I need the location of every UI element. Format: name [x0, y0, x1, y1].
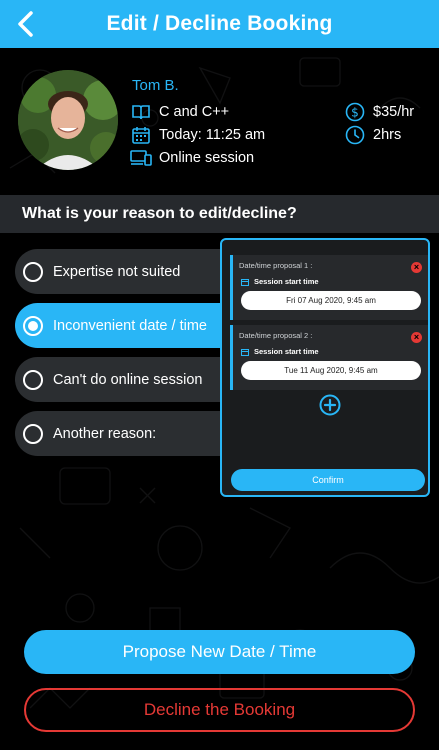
app-header: Edit / Decline Booking [0, 0, 439, 48]
subject-row: C and C++ [130, 101, 229, 123]
proposal-card-2: Date/time proposal 2 : × Session start t… [230, 325, 428, 390]
confirm-button[interactable]: Confirm [231, 469, 425, 491]
back-button[interactable] [10, 8, 40, 40]
option-another-reason[interactable]: Another reason: [15, 411, 255, 456]
date-proposal-panel: Date/time proposal 1 : × Session start t… [220, 238, 430, 497]
option-label: Can't do online session [53, 371, 203, 388]
session-time-text: Today: 11:25 am [159, 127, 266, 143]
option-label: Expertise not suited [53, 263, 181, 280]
decline-booking-button[interactable]: Decline the Booking [24, 688, 415, 732]
proposal-title: Date/time proposal 1 : [239, 261, 313, 270]
add-circle-icon[interactable] [319, 394, 341, 416]
option-label: Inconvenient date / time [53, 317, 207, 334]
time-row: Today: 11:25 am [130, 124, 265, 146]
propose-new-date-button[interactable]: Propose New Date / Time [24, 630, 415, 674]
calendar-icon [130, 124, 152, 146]
svg-text:$: $ [351, 106, 359, 120]
radio-button[interactable] [23, 423, 43, 444]
rate-row: $ $35/hr [344, 101, 414, 123]
proposal-date-field[interactable]: Tue 11 Aug 2020, 9:45 am [241, 361, 421, 380]
reason-question-bar: What is your reason to edit/decline? [0, 195, 439, 233]
reason-question: What is your reason to edit/decline? [22, 205, 297, 222]
page-title: Edit / Decline Booking [106, 12, 333, 35]
clock-icon [344, 124, 366, 146]
session-start-label: Session start time [254, 277, 319, 286]
radio-button-selected[interactable] [23, 315, 43, 336]
option-label: Another reason: [53, 425, 157, 442]
dollar-icon: $ [344, 101, 366, 123]
devices-icon [130, 147, 152, 169]
book-icon [130, 101, 152, 123]
calendar-icon [241, 348, 249, 356]
proposal-date-field[interactable]: Fri 07 Aug 2020, 9:45 am [241, 291, 421, 310]
option-inconvenient-date-time[interactable]: Inconvenient date / time [15, 303, 255, 348]
proposal-card-1: Date/time proposal 1 : × Session start t… [230, 255, 428, 320]
radio-button[interactable] [23, 369, 43, 390]
subject-text: C and C++ [159, 104, 230, 120]
option-expertise-not-suited[interactable]: Expertise not suited [15, 249, 255, 294]
close-icon[interactable]: × [411, 262, 422, 273]
option-no-online-session[interactable]: Can't do online session [15, 357, 255, 402]
session-start-label: Session start time [254, 347, 319, 356]
rate-text: $35/hr [373, 104, 415, 120]
duration-text: 2hrs [373, 127, 402, 143]
session-mode-text: Online session [159, 150, 255, 166]
back-arrow-icon [18, 11, 33, 37]
calendar-icon [241, 278, 249, 286]
tutor-name[interactable]: Tom B. [132, 77, 179, 94]
radio-button[interactable] [23, 261, 43, 282]
duration-row: 2hrs [344, 124, 401, 146]
proposal-title: Date/time proposal 2 : [239, 331, 313, 340]
close-icon[interactable]: × [411, 332, 422, 343]
avatar [18, 70, 118, 170]
mode-row: Online session [130, 147, 254, 169]
